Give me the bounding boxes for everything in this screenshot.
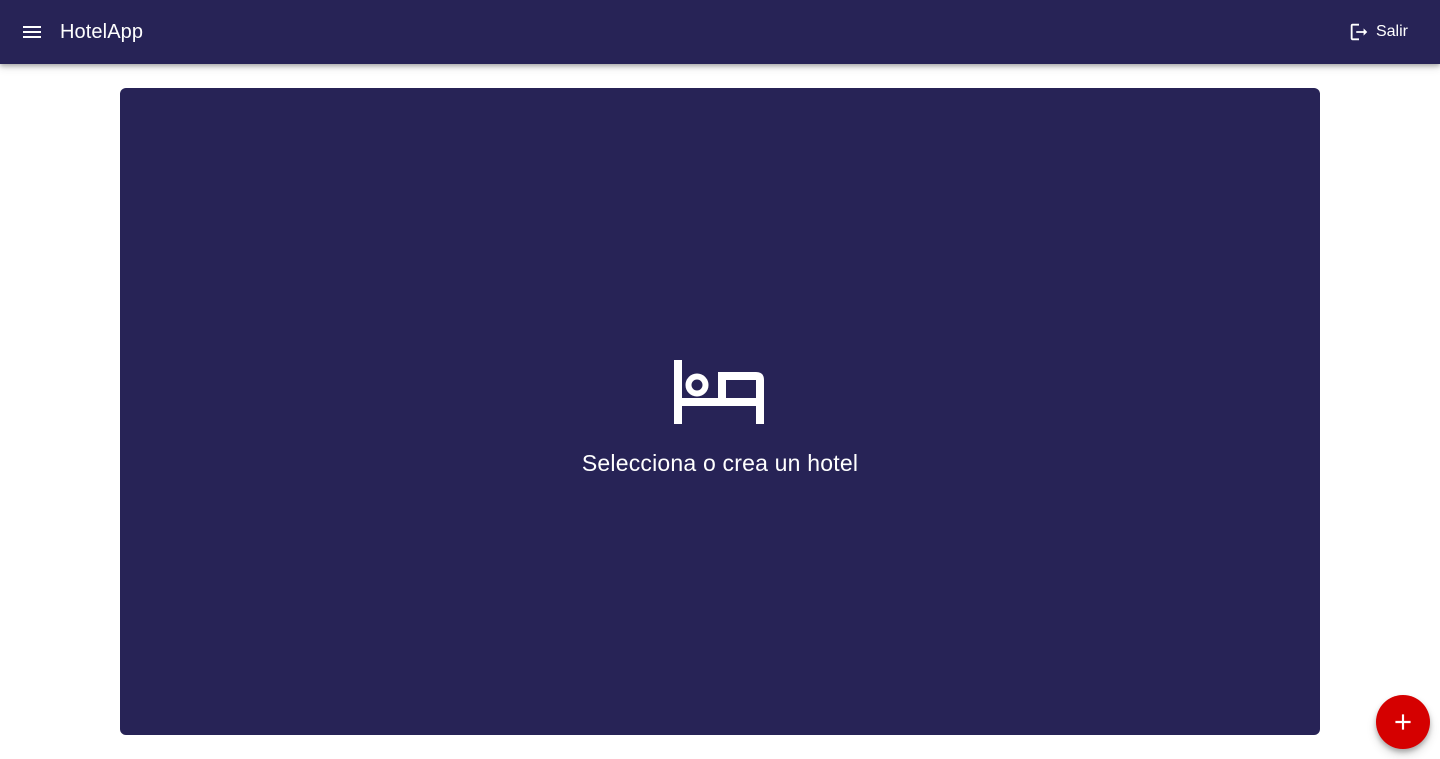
menu-icon <box>23 26 41 38</box>
hotel-bed-icon <box>674 360 764 424</box>
logout-icon <box>1348 21 1370 43</box>
menu-button[interactable] <box>12 12 52 52</box>
app-bar: HotelApp Salir <box>0 0 1440 64</box>
empty-state-message: Selecciona o crea un hotel <box>581 450 859 476</box>
logout-button[interactable]: Salir <box>1338 14 1420 50</box>
plus-icon <box>1395 714 1411 730</box>
logout-label: Salir <box>1375 23 1408 40</box>
add-hotel-button[interactable] <box>1376 695 1430 749</box>
app-title: HotelApp <box>60 21 144 43</box>
empty-state: Selecciona o crea un hotel <box>120 360 1320 477</box>
hotel-panel: Selecciona o crea un hotel <box>120 88 1320 735</box>
